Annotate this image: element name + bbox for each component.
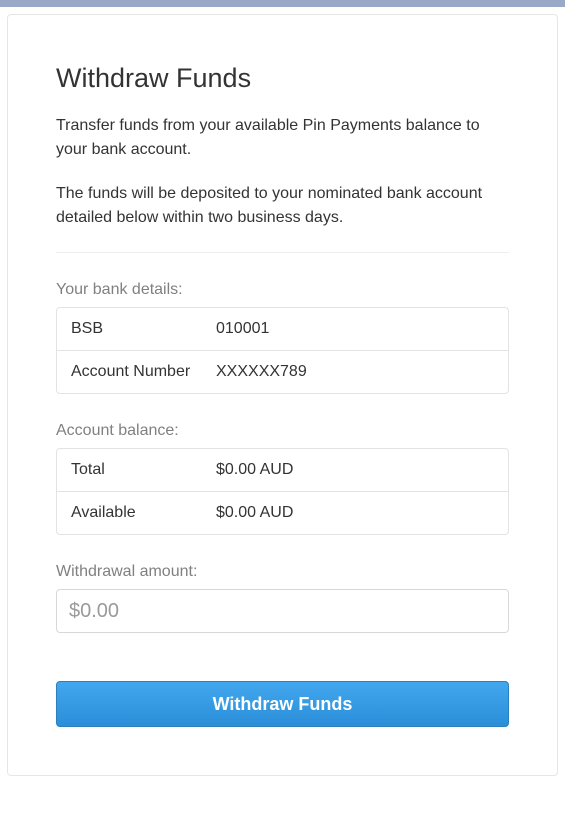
bank-row-value: XXXXXX789 <box>216 363 307 381</box>
withdrawal-amount-input[interactable] <box>56 589 509 633</box>
account-balance-table: Total $0.00 AUD Available $0.00 AUD <box>56 448 509 535</box>
bank-row-key: Account Number <box>71 363 216 381</box>
table-row: Account Number XXXXXX789 <box>57 351 508 393</box>
balance-row-key: Available <box>71 504 216 522</box>
bank-details-label: Your bank details: <box>56 281 509 299</box>
table-row: Available $0.00 AUD <box>57 492 508 534</box>
description-para-1: Transfer funds from your available Pin P… <box>56 114 509 162</box>
bank-details-table: BSB 010001 Account Number XXXXXX789 <box>56 307 509 394</box>
balance-row-value: $0.00 AUD <box>216 461 293 479</box>
bank-row-value: 010001 <box>216 320 269 338</box>
table-row: Total $0.00 AUD <box>57 449 508 492</box>
description-para-2: The funds will be deposited to your nomi… <box>56 182 509 230</box>
page-title: Withdraw Funds <box>56 63 509 94</box>
top-bar <box>0 0 565 7</box>
divider <box>56 252 509 253</box>
balance-row-key: Total <box>71 461 216 479</box>
account-balance-label: Account balance: <box>56 422 509 440</box>
bank-row-key: BSB <box>71 320 216 338</box>
withdraw-card: Withdraw Funds Transfer funds from your … <box>7 14 558 776</box>
balance-row-value: $0.00 AUD <box>216 504 293 522</box>
withdrawal-amount-label: Withdrawal amount: <box>56 563 509 581</box>
withdraw-funds-button[interactable]: Withdraw Funds <box>56 681 509 727</box>
table-row: BSB 010001 <box>57 308 508 351</box>
description: Transfer funds from your available Pin P… <box>56 114 509 230</box>
